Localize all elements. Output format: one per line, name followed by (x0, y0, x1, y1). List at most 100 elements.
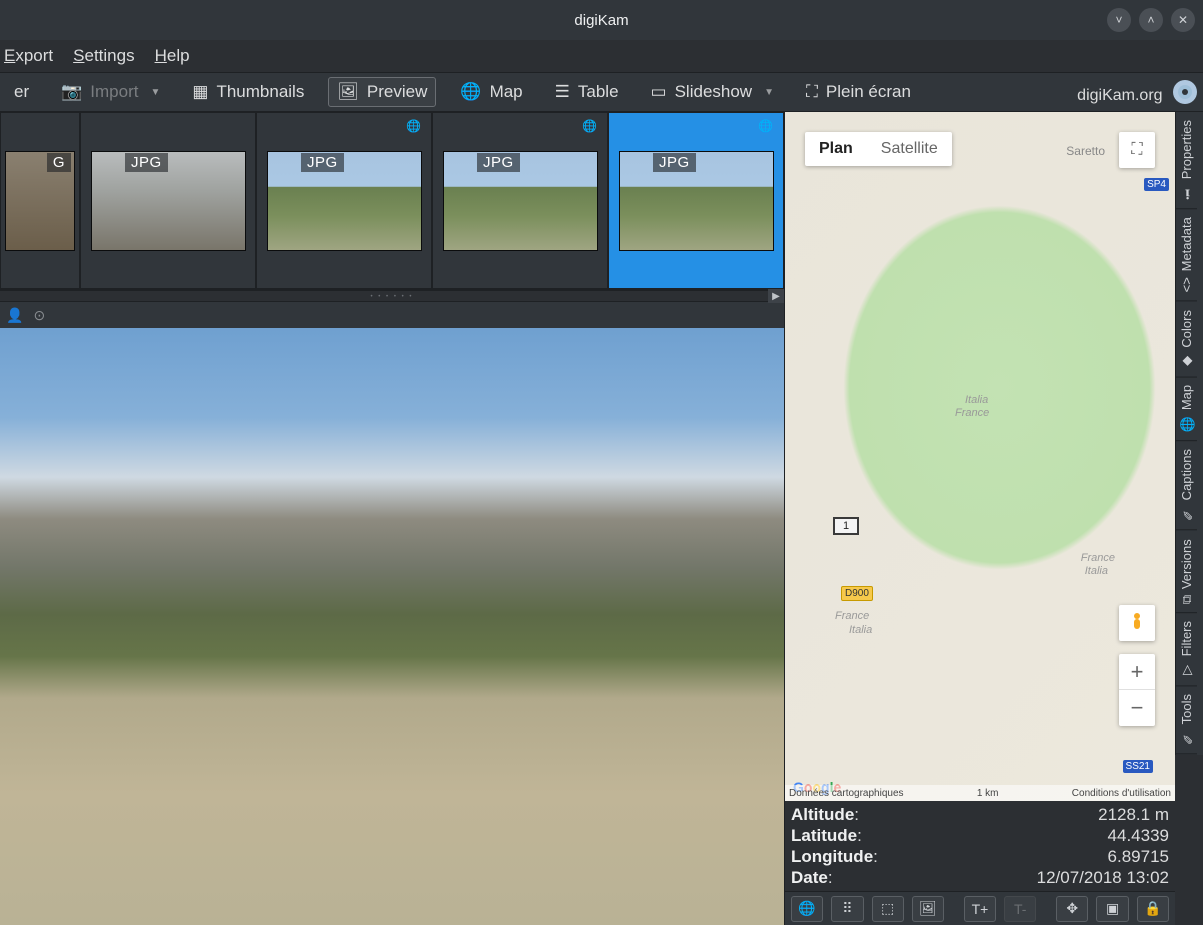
filter-icon: ▽ (1179, 662, 1194, 677)
strip-resize-handle[interactable]: • • • • • • ▶ (0, 290, 784, 302)
tab-filters[interactable]: ▽Filters (1176, 613, 1197, 686)
tab-properties[interactable]: ℹProperties (1176, 112, 1197, 209)
map-panel[interactable]: Plan Satellite ⛶ Saretto SP4 Italia Fran… (785, 112, 1175, 801)
slideshow-button[interactable]: ▭ Slideshow ▼ (643, 78, 782, 106)
thumbnail-item-selected[interactable]: 🌐 JPG (608, 112, 784, 289)
photo-marker[interactable]: 1 (833, 517, 859, 535)
dropdown-arrow-icon: ▼ (764, 87, 774, 98)
road-shield: SS21 (1123, 760, 1153, 773)
right-sidebar-tabs: ℹProperties <>Metadata ◆Colors 🌐Map ✎Cap… (1175, 112, 1203, 755)
map-footer: Données cartographiques 1 km Conditions … (785, 785, 1175, 801)
border-label: Italia (965, 394, 988, 406)
thumbnail-item[interactable]: 🌐 JPG (256, 112, 432, 289)
thumbnail-image (91, 151, 246, 251)
thumbnail-item[interactable]: G (0, 112, 80, 289)
format-badge: JPG (125, 153, 168, 172)
map-type-plan[interactable]: Plan (805, 132, 867, 166)
geo-metrics: Altitude:2128.1 m Latitude:44.4339 Longi… (785, 801, 1175, 891)
pegman-button[interactable] (1119, 605, 1155, 641)
geotag-icon: 🌐 (582, 119, 597, 133)
map-center-button[interactable]: ✥ (1056, 896, 1088, 922)
thumbnail-strip[interactable]: G JPG 🌐 JPG 🌐 JPG 🌐 JPG (0, 112, 784, 290)
table-view-button[interactable]: ☰ Table (547, 78, 627, 106)
preview-image[interactable] (0, 328, 784, 925)
thumbnail-image (443, 151, 598, 251)
tab-tools[interactable]: ✎Tools (1176, 686, 1197, 754)
zoom-in-button[interactable]: + (1119, 654, 1155, 690)
tools-icon: ✎ (1179, 731, 1194, 746)
map-view-button[interactable]: 🌐 Map (452, 78, 530, 106)
map-provider-button[interactable]: 🌐 (791, 896, 823, 922)
map-type-satellite[interactable]: Satellite (867, 132, 952, 166)
road-shield: SP4 (1144, 178, 1169, 191)
tab-map[interactable]: 🌐Map (1176, 377, 1197, 441)
map-terms[interactable]: Conditions d'utilisation (1072, 788, 1171, 799)
preview-label: Preview (367, 82, 427, 102)
menu-export[interactable]: Export (4, 46, 53, 66)
latitude-label: Latitude (791, 826, 857, 845)
map-fullscreen-button[interactable]: ⛶ (1119, 132, 1155, 168)
close-button[interactable]: ✕ (1171, 8, 1195, 32)
play-icon[interactable]: ⊙ (33, 307, 45, 324)
map-scale: 1 km (977, 788, 999, 799)
brand-link[interactable]: digiKam.org (1077, 80, 1197, 105)
longitude-label: Longitude (791, 847, 873, 866)
maximize-button[interactable]: ˄ (1139, 8, 1163, 32)
thumbnail-image (267, 151, 422, 251)
format-badge: JPG (301, 153, 344, 172)
slideshow-label: Slideshow (675, 82, 753, 102)
zoom-out-button[interactable]: − (1119, 690, 1155, 726)
map-text-increase-button[interactable]: T+ (964, 896, 996, 922)
date-value: 12/07/2018 13:02 (1037, 867, 1169, 888)
captions-icon: ✎ (1179, 507, 1194, 522)
thumbnail-item[interactable]: 🌐 JPG (432, 112, 608, 289)
person-icon[interactable]: 👤 (6, 307, 23, 324)
map-cluster-button[interactable]: ⠿ (831, 896, 863, 922)
info-icon: ℹ (1179, 185, 1194, 200)
map-type-switcher: Plan Satellite (805, 132, 952, 166)
tab-captions[interactable]: ✎Captions (1176, 441, 1197, 530)
preview-view-button[interactable]: 🖼 Preview (328, 77, 436, 107)
preview-toolbar: 👤 ⊙ (0, 302, 784, 328)
map-bounds-button[interactable]: ⬚ (872, 896, 904, 922)
fullscreen-button[interactable]: ⛶ Plein écran (798, 78, 919, 106)
tab-metadata[interactable]: <>Metadata (1176, 209, 1197, 301)
brand-label: digiKam.org (1077, 87, 1162, 104)
thumbnail-item[interactable]: JPG (80, 112, 256, 289)
window-titlebar: digiKam ˅ ˄ ✕ (0, 0, 1203, 40)
border-label: France (955, 407, 989, 419)
map-attribution[interactable]: Données cartographiques (789, 788, 904, 799)
longitude-value: 6.89715 (1108, 846, 1169, 867)
image-icon: 🖼 (337, 82, 359, 102)
menu-settings[interactable]: Settings (73, 46, 134, 66)
map-zoom-controls: + − (1119, 654, 1155, 726)
grip-icon: • • • • • • (371, 294, 414, 300)
map-town-label: Saretto (1066, 144, 1105, 158)
map-thumbnail-button[interactable]: 🖼 (912, 896, 944, 922)
versions-icon: ⧉ (1179, 595, 1194, 604)
map-label: Map (490, 82, 523, 102)
minimize-button[interactable]: ˅ (1107, 8, 1131, 32)
presentation-icon: ▭ (651, 82, 667, 102)
tool-truncated[interactable]: er (6, 78, 37, 106)
import-label: Import (90, 82, 138, 102)
thumbnails-label: Thumbnails (216, 82, 304, 102)
border-label: Italia (849, 624, 872, 636)
menu-help[interactable]: Help (155, 46, 190, 66)
map-text-decrease-button[interactable]: T- (1004, 896, 1036, 922)
fullscreen-label: Plein écran (826, 82, 911, 102)
thumbnails-view-button[interactable]: ▦ Thumbnails (184, 78, 312, 106)
import-button[interactable]: 📷 Import ▼ (53, 78, 168, 106)
map-select-button[interactable]: ▣ (1096, 896, 1128, 922)
date-label: Date (791, 868, 828, 887)
globe-icon: 🌐 (1179, 417, 1194, 433)
table-label: Table (578, 82, 619, 102)
format-badge: G (47, 153, 71, 172)
map-lock-button[interactable]: 🔒 (1137, 896, 1169, 922)
altitude-label: Altitude (791, 805, 854, 824)
window-title: digiKam (574, 12, 628, 29)
tab-colors[interactable]: ◆Colors (1176, 302, 1197, 378)
tab-versions[interactable]: ⧉Versions (1176, 531, 1197, 613)
geotag-icon: 🌐 (406, 119, 421, 133)
strip-scroll-right[interactable]: ▶ (768, 289, 784, 303)
